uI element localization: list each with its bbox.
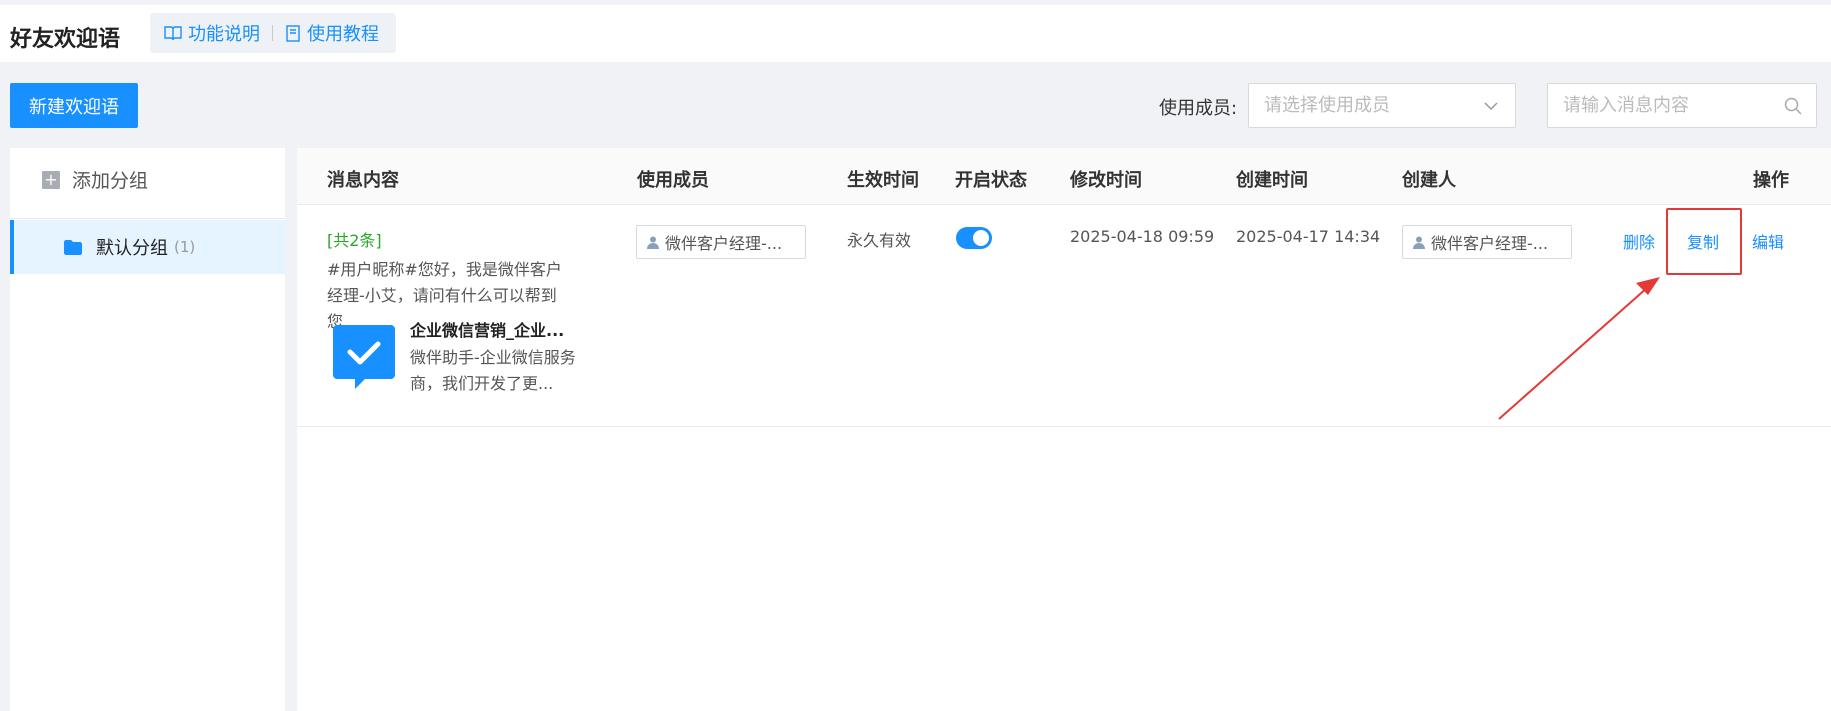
column-header-message: 消息内容	[327, 170, 399, 191]
card-description: 微伴助手-企业微信服务商，我们开发了更...	[410, 348, 576, 393]
card-title: 企业微信营销_企业...	[410, 321, 565, 340]
column-header-creator: 创建人	[1402, 170, 1456, 191]
toggle-knob	[973, 230, 989, 246]
delete-link[interactable]: 删除	[1623, 229, 1655, 253]
edit-link[interactable]: 编辑	[1752, 229, 1784, 253]
search-icon[interactable]	[1784, 97, 1802, 115]
help-links: 功能说明 使用教程	[150, 13, 396, 53]
user-icon	[647, 236, 659, 249]
column-header-status: 开启状态	[955, 170, 1027, 191]
column-header-modified-time: 修改时间	[1070, 170, 1142, 191]
message-count-tag: [共2条]	[327, 231, 382, 250]
member-filter-label: 使用成员:	[1159, 98, 1238, 119]
function-description-label: 功能说明	[188, 24, 260, 45]
column-header-member: 使用成员	[637, 170, 709, 191]
link-divider	[272, 25, 273, 41]
document-icon	[286, 24, 300, 42]
group-name: 默认分组	[96, 238, 168, 259]
member-tag: 微伴客户经理-...	[636, 225, 806, 259]
group-count: (1)	[174, 238, 196, 256]
member-select-placeholder: 请选择使用成员	[1264, 95, 1390, 116]
table-header: 消息内容 使用成员 生效时间 开启状态 修改时间 创建时间 创建人 操作	[297, 148, 1831, 205]
modified-time: 2025-04-18 09:59	[1070, 227, 1215, 246]
copy-highlight-box	[1666, 208, 1742, 275]
chevron-down-icon	[1484, 102, 1498, 111]
function-description-link[interactable]: 功能说明	[164, 20, 260, 46]
page-title: 好友欢迎语	[10, 27, 121, 52]
top-bar: 好友欢迎语 功能说明 使用教程	[0, 0, 1831, 62]
add-group-button[interactable]: + 添加分组	[42, 166, 148, 193]
user-icon	[1413, 236, 1425, 249]
effective-time: 永久有效	[847, 231, 912, 250]
creator-name: 微伴客户经理-...	[1431, 234, 1549, 253]
member-name: 微伴客户经理-...	[665, 234, 783, 253]
tutorial-link[interactable]: 使用教程	[285, 20, 379, 46]
search-box	[1547, 83, 1817, 128]
group-sidebar: + 添加分组 默认分组 (1)	[10, 148, 285, 711]
enable-toggle[interactable]	[956, 227, 992, 249]
created-time: 2025-04-17 14:34	[1236, 227, 1381, 246]
folder-icon	[64, 239, 82, 255]
tutorial-label: 使用教程	[307, 24, 379, 45]
add-group-label: 添加分组	[72, 170, 149, 192]
column-header-effective-time: 生效时间	[847, 170, 919, 191]
plus-icon: +	[42, 170, 60, 189]
book-open-icon	[164, 26, 182, 41]
table-row: [共2条] #用户昵称#您好，我是微伴客户经理-小艾，请问有什么可以帮到您...…	[297, 205, 1831, 427]
column-header-created-time: 创建时间	[1236, 170, 1308, 191]
new-welcome-message-button[interactable]: 新建欢迎语	[10, 83, 138, 128]
member-select[interactable]: 请选择使用成员	[1248, 83, 1516, 128]
creator-tag: 微伴客户经理-...	[1402, 225, 1572, 259]
check-chat-icon	[333, 325, 395, 389]
sidebar-item-default-group[interactable]: 默认分组 (1)	[10, 220, 285, 274]
search-input[interactable]	[1548, 84, 1758, 127]
sidebar-divider	[10, 218, 285, 219]
welcome-message-table: 消息内容 使用成员 生效时间 开启状态 修改时间 创建时间 创建人 操作 [共2…	[297, 148, 1831, 711]
link-card: 企业微信营销_企业... 微伴助手-企业微信服务商，我们开发了更...	[333, 317, 583, 397]
column-header-actions: 操作	[1753, 170, 1789, 191]
